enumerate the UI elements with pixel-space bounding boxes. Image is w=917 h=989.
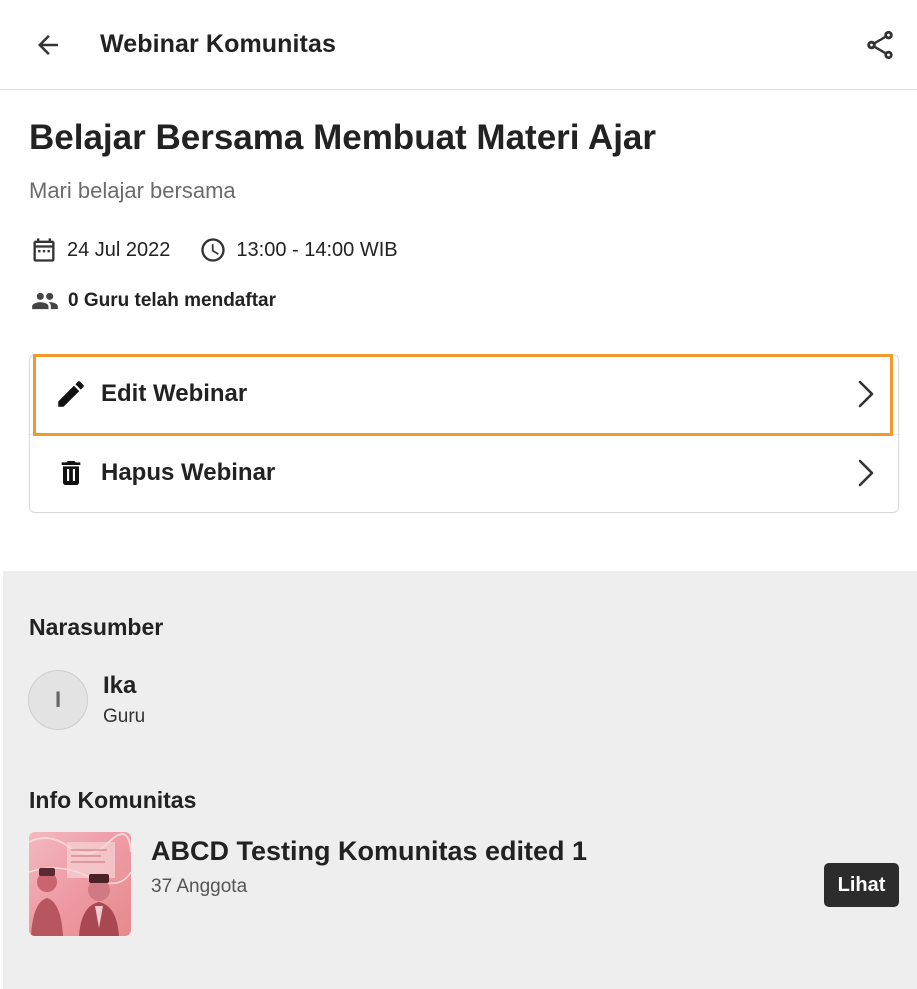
share-icon <box>867 30 893 60</box>
back-button[interactable] <box>30 27 66 63</box>
speaker-name: Ika <box>103 672 137 699</box>
webinar-title: Belajar Bersama Membuat Materi Ajar <box>29 118 657 157</box>
webinar-time: 13:00 - 14:00 WIB <box>236 238 398 261</box>
page-title: Webinar Komunitas <box>100 30 336 58</box>
chevron-right-icon <box>852 376 880 412</box>
share-button[interactable] <box>860 25 900 65</box>
trash-icon <box>54 456 88 490</box>
schedule-row: 24 Jul 2022 13:00 - 14:00 WIB <box>29 234 398 266</box>
registration-row: 0 Guru telah mendaftar <box>29 286 276 316</box>
delete-webinar-button[interactable]: Hapus Webinar <box>30 434 898 512</box>
app-bar: Webinar Komunitas <box>0 0 917 90</box>
pencil-icon <box>54 377 88 411</box>
calendar-icon <box>29 235 59 265</box>
webinar-date: 24 Jul 2022 <box>67 238 171 261</box>
edit-webinar-label: Edit Webinar <box>101 380 248 407</box>
speaker-role: Guru <box>103 706 146 727</box>
community-members: 37 Anggota <box>151 876 248 897</box>
delete-webinar-label: Hapus Webinar <box>101 459 276 486</box>
action-divider <box>30 434 898 435</box>
view-community-button[interactable]: Lihat <box>824 863 899 907</box>
clock-icon <box>198 235 228 265</box>
community-thumbnail[interactable] <box>29 832 131 936</box>
speaker-heading: Narasumber <box>29 614 164 640</box>
community-heading: Info Komunitas <box>29 787 197 813</box>
edit-webinar-button[interactable]: Edit Webinar <box>30 355 898 433</box>
avatar: I <box>28 670 88 730</box>
people-icon <box>29 286 61 316</box>
webinar-subtitle: Mari belajar bersama <box>29 178 236 203</box>
registered-count: 0 Guru telah mendaftar <box>68 290 276 311</box>
arrow-left-icon <box>38 35 58 55</box>
community-name: ABCD Testing Komunitas edited 1 <box>151 836 588 866</box>
chevron-right-icon <box>852 455 880 491</box>
